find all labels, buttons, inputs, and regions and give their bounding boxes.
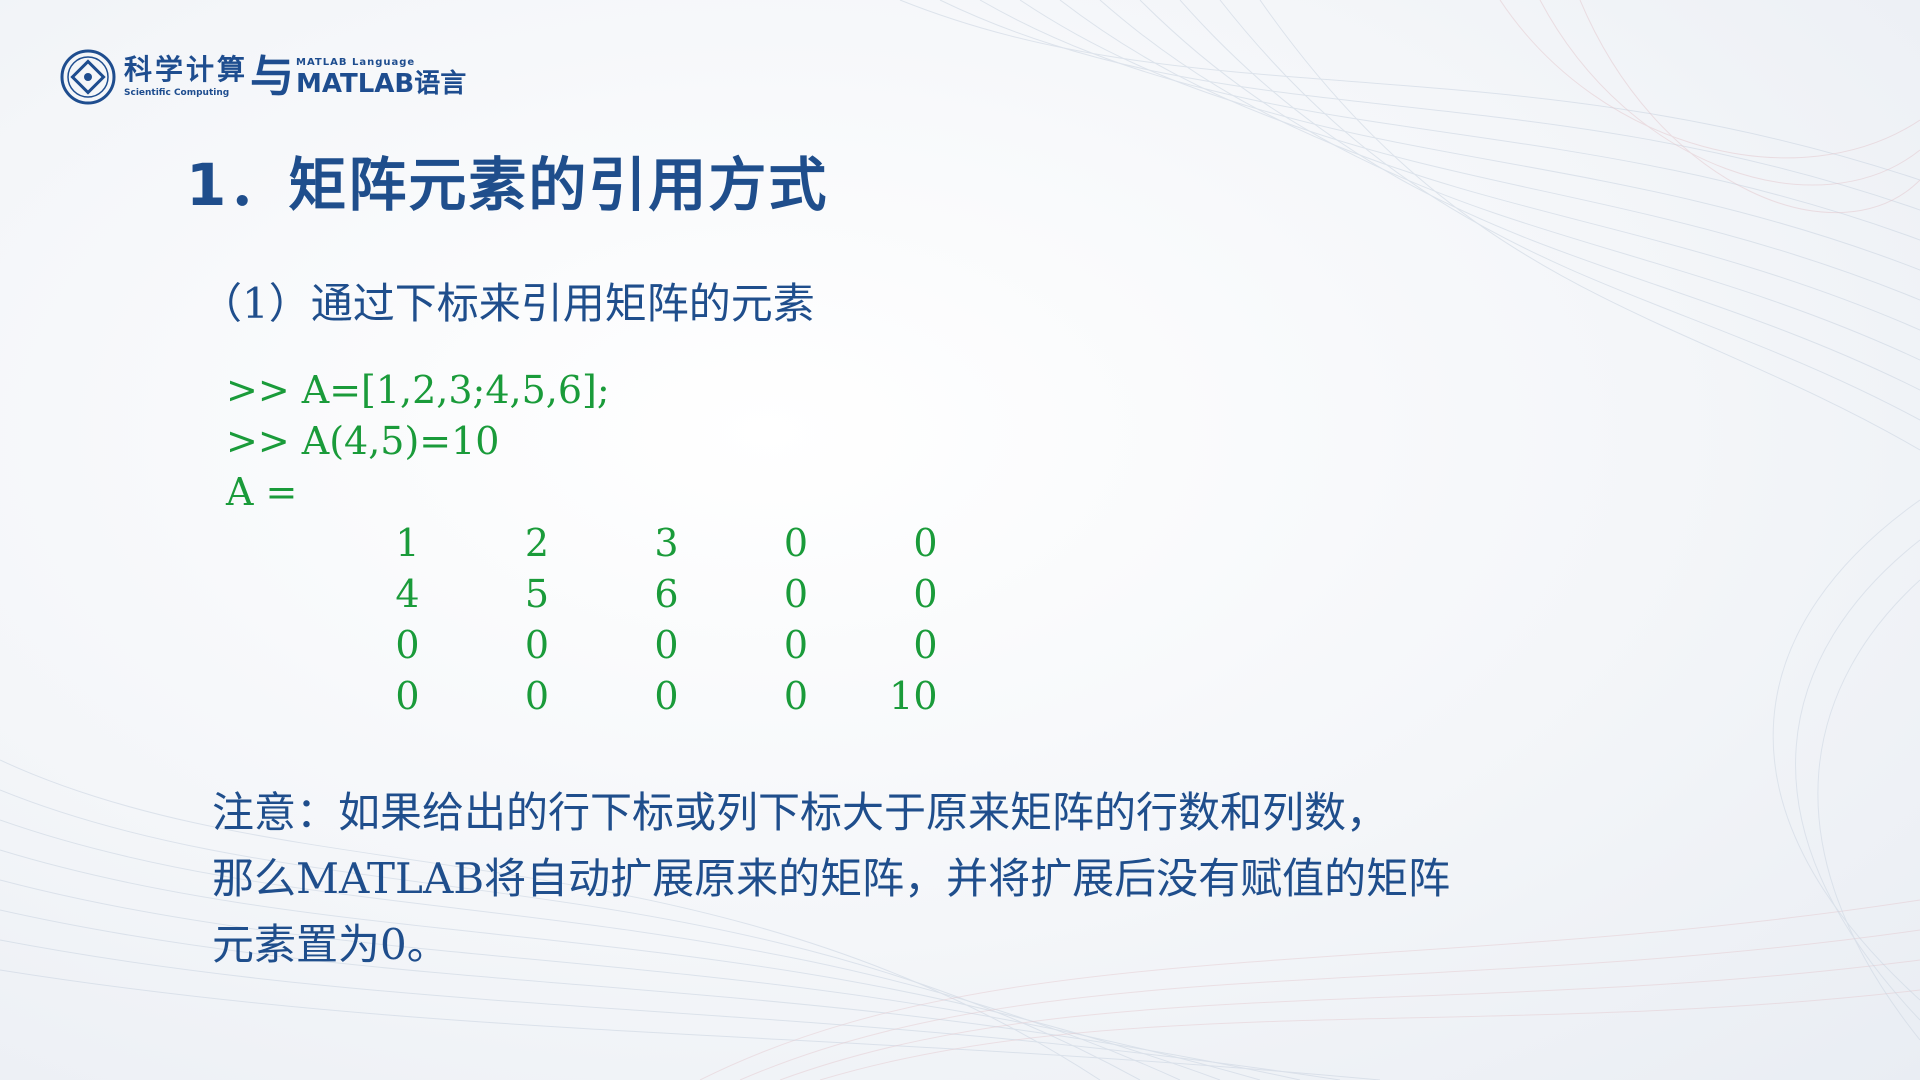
matrix-cell: 0 <box>783 572 808 616</box>
logo: 科学计算 Scientific Computing 与 MATLAB Langu… <box>60 44 466 110</box>
matrix-cell: 10 <box>889 674 938 718</box>
matrix-cell: 0 <box>524 623 549 667</box>
slide-title: 1．矩阵元素的引用方式 <box>186 151 829 219</box>
logo-text: 科学计算 Scientific Computing 与 MATLAB Langu… <box>124 55 466 99</box>
matrix-cell: 4 <box>395 572 420 616</box>
matrix-cell: 0 <box>654 623 679 667</box>
matrix-cell: 0 <box>913 623 938 667</box>
logo-chinese-title: 科学计算 <box>124 53 249 86</box>
matrix-cell: 0 <box>395 674 420 718</box>
matrix-cell: 3 <box>654 521 679 565</box>
matrix-cell: 6 <box>654 572 679 616</box>
logo-matlab-language: MATLAB Language <box>296 56 416 68</box>
matrix-output: 1 2 3 0 0 4 5 6 0 0 0 0 0 0 0 0 0 0 0 10 <box>290 518 938 722</box>
matrix-row: 0 0 0 0 0 <box>290 620 938 671</box>
logo-english-subtitle: Scientific Computing <box>124 88 230 98</box>
matrix-cell: 5 <box>524 572 549 616</box>
code-block: >> A=[1,2,3;4,5,6]; >> A(4,5)=10 A = <box>226 365 610 518</box>
note-line-2: 那么MATLAB将自动扩展原来的矩阵，并将扩展后没有赋值的矩阵 <box>212 854 1451 903</box>
logo-yu-character: 与 <box>250 51 295 102</box>
matrix-row: 4 5 6 0 0 <box>290 569 938 620</box>
matrix-cell: 0 <box>395 623 420 667</box>
section-subtitle: （1）通过下标来引用矩阵的元素 <box>200 279 815 328</box>
matrix-cell: 0 <box>783 623 808 667</box>
note-paragraph: 注意：如果给出的行下标或列下标大于原来矩阵的行数和列数， 那么MATLAB将自动… <box>212 780 1612 978</box>
matrix-row: 0 0 0 0 10 <box>290 671 938 722</box>
matrix-row: 1 2 3 0 0 <box>290 518 938 569</box>
matrix-cell: 0 <box>654 674 679 718</box>
matrix-cell: 0 <box>913 572 938 616</box>
matrix-cell: 0 <box>783 674 808 718</box>
matrix-cell: 0 <box>783 521 808 565</box>
matrix-cell: 1 <box>395 521 420 565</box>
matrix-cell: 0 <box>524 674 549 718</box>
matrix-cell: 0 <box>913 521 938 565</box>
note-line-3: 元素置为0。 <box>212 920 449 969</box>
logo-matlab-text: MATLAB语言 <box>296 68 467 99</box>
code-line-1: >> A=[1,2,3;4,5,6]; <box>226 368 610 412</box>
matrix-cell: 2 <box>524 521 549 565</box>
note-line-1: 注意：如果给出的行下标或列下标大于原来矩阵的行数和列数， <box>212 788 1389 837</box>
university-emblem-icon <box>60 49 116 105</box>
code-line-2: >> A(4,5)=10 <box>226 419 500 463</box>
slide: 科学计算 Scientific Computing 与 MATLAB Langu… <box>0 0 1920 1080</box>
code-line-3: A = <box>226 470 298 514</box>
